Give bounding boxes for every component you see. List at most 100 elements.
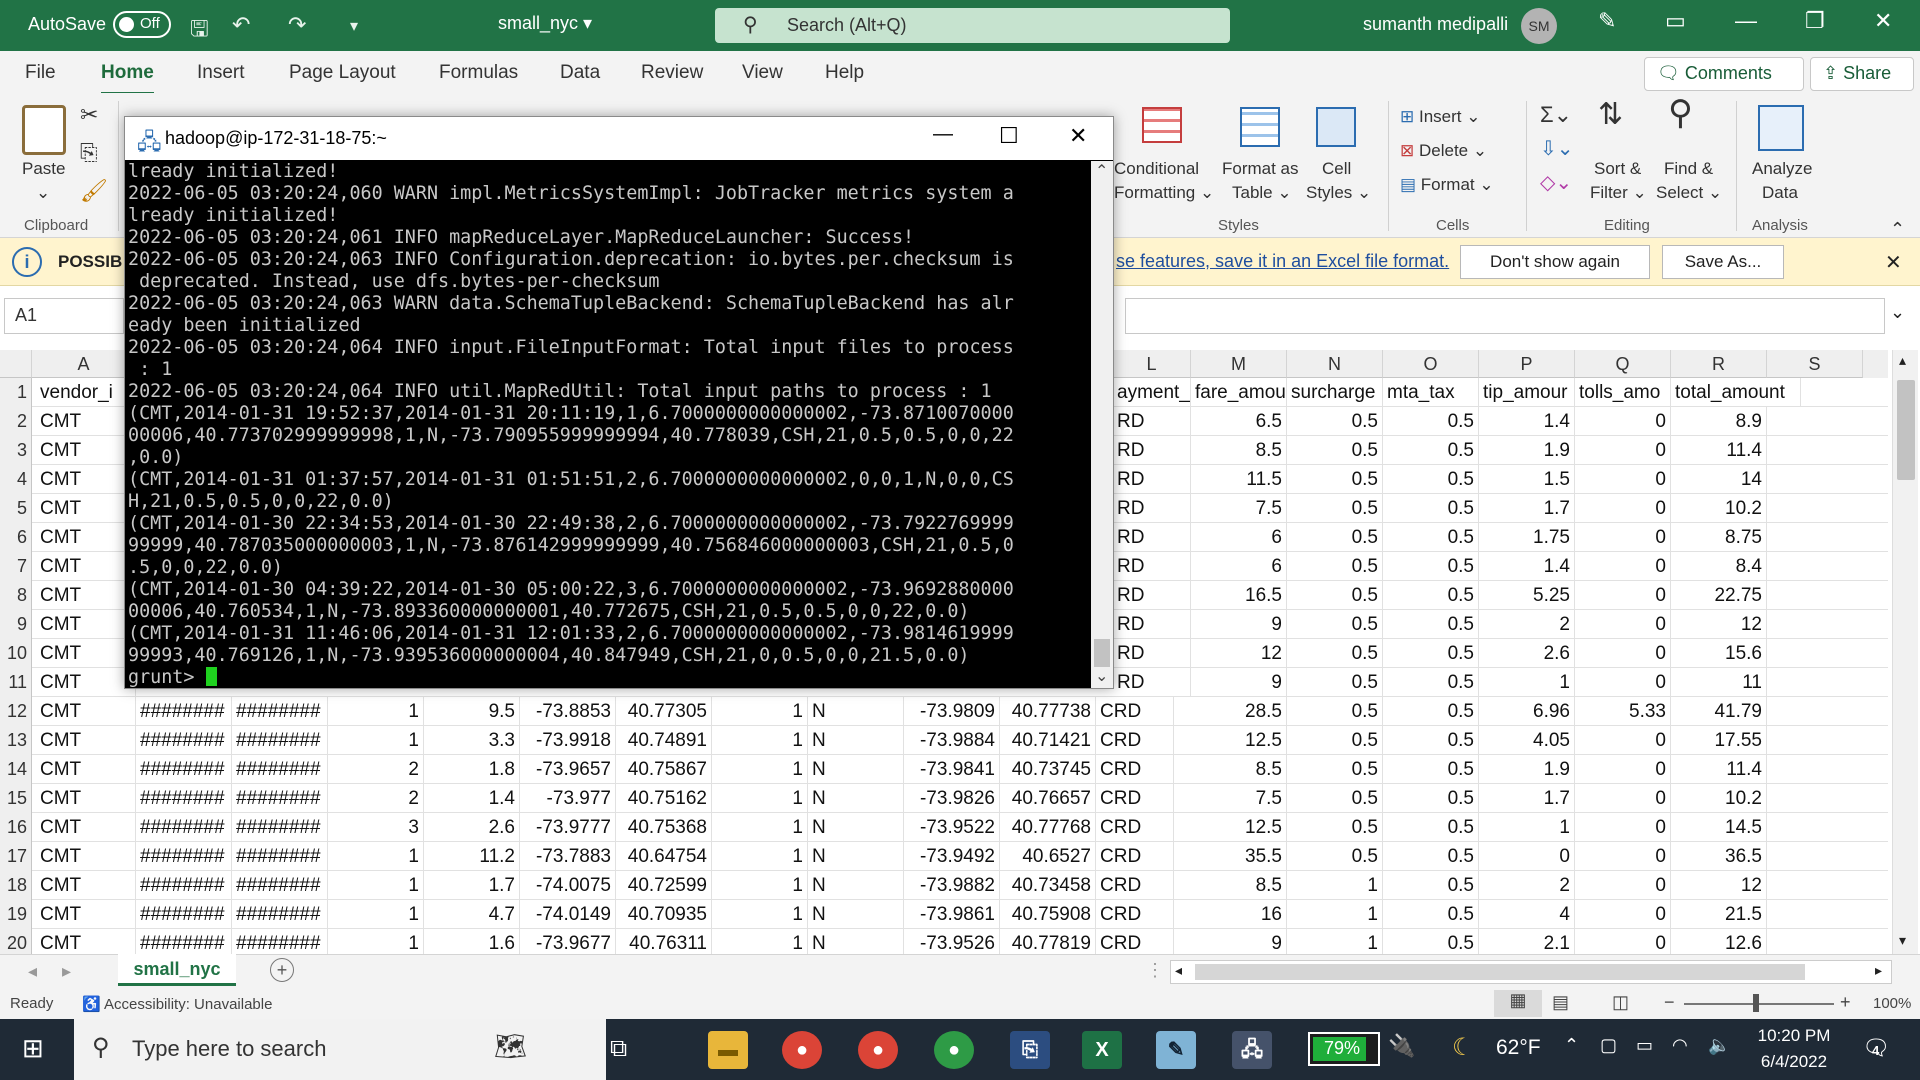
cell[interactable]: 9.5 xyxy=(424,697,520,726)
cell[interactable]: ######## xyxy=(232,900,328,929)
cell[interactable]: 0.5 xyxy=(1287,842,1383,871)
workbook-name[interactable]: small_nyc ▾ xyxy=(498,13,592,34)
cell[interactable]: 28.5 xyxy=(1191,697,1287,726)
cell[interactable]: 1 xyxy=(1479,668,1575,697)
cell[interactable]: 0.5 xyxy=(1287,784,1383,813)
select-all-corner[interactable] xyxy=(0,350,32,378)
cell[interactable]: 0.5 xyxy=(1383,900,1479,929)
cell[interactable]: 5.33 xyxy=(1575,697,1671,726)
cell[interactable]: N xyxy=(808,784,904,813)
restore-icon[interactable]: ❐ xyxy=(1805,8,1825,34)
zoom-slider[interactable] xyxy=(1684,1003,1834,1005)
cell[interactable]: 1 xyxy=(1479,813,1575,842)
cell[interactable]: 0 xyxy=(1575,639,1671,668)
analyze-data-icon[interactable] xyxy=(1758,105,1804,151)
cell[interactable]: 14.5 xyxy=(1671,813,1767,842)
row-header[interactable]: 12 xyxy=(0,697,32,726)
cell[interactable]: 11.5 xyxy=(1191,465,1287,494)
cell[interactable]: 0 xyxy=(1575,552,1671,581)
cell[interactable]: CMT xyxy=(36,465,136,494)
cell[interactable]: RD xyxy=(1113,639,1191,668)
format-as-table-line2[interactable]: Table ⌄ xyxy=(1232,181,1292,205)
tab-file[interactable]: File xyxy=(25,62,56,84)
cell[interactable]: -73.9841 xyxy=(904,755,1000,784)
cell[interactable]: CRD xyxy=(1096,726,1174,755)
insert-cells-button[interactable]: ⊞ Insert ⌄ xyxy=(1400,105,1480,129)
undo-icon[interactable]: ↶ xyxy=(232,12,250,38)
cell[interactable]: 14 xyxy=(1671,465,1767,494)
cell[interactable]: N xyxy=(808,697,904,726)
cell[interactable]: 10.2 xyxy=(1671,494,1767,523)
cell[interactable]: CMT xyxy=(36,755,136,784)
battery-meter[interactable]: 79% xyxy=(1308,1032,1380,1066)
cell[interactable]: 0 xyxy=(1575,610,1671,639)
cell[interactable]: RD xyxy=(1113,436,1191,465)
cell[interactable]: RD xyxy=(1113,494,1191,523)
cell[interactable]: 7.5 xyxy=(1191,784,1287,813)
cell[interactable]: 17.55 xyxy=(1671,726,1767,755)
row-header[interactable]: 6 xyxy=(0,523,32,552)
tab-review[interactable]: Review xyxy=(641,62,703,84)
cell[interactable]: -73.9492 xyxy=(904,842,1000,871)
tab-insert[interactable]: Insert xyxy=(197,62,245,84)
cell[interactable]: 11.2 xyxy=(424,842,520,871)
windows-start-icon[interactable]: ⊞ xyxy=(22,1033,44,1064)
fill-icon[interactable]: ⇩⌄ xyxy=(1540,137,1574,161)
cell[interactable]: ######## xyxy=(136,726,232,755)
cell[interactable]: 0.5 xyxy=(1383,523,1479,552)
cell[interactable]: CMT xyxy=(36,784,136,813)
terminal-scrollbar[interactable]: ⌃ ⌄ xyxy=(1091,161,1113,688)
cell[interactable]: CRD xyxy=(1096,697,1174,726)
comments-button[interactable]: 🗨 Comments xyxy=(1644,57,1804,91)
cell[interactable]: CMT xyxy=(36,407,136,436)
cell[interactable]: 12.5 xyxy=(1191,726,1287,755)
notepad-icon[interactable]: ✎ xyxy=(1156,1031,1196,1069)
cell[interactable]: CRD xyxy=(1096,842,1174,871)
info-bar-link[interactable]: se features, save it in an Excel file fo… xyxy=(1116,251,1449,272)
cell[interactable]: CRD xyxy=(1096,929,1174,954)
cell[interactable]: ######## xyxy=(136,813,232,842)
cell[interactable]: -73.977 xyxy=(520,784,616,813)
cell[interactable]: 3.3 xyxy=(424,726,520,755)
cell[interactable]: mta_tax xyxy=(1383,378,1479,407)
cell[interactable]: RD xyxy=(1113,407,1191,436)
sort-filter-icon[interactable]: ⇅ xyxy=(1598,100,1623,130)
weather-moon-icon[interactable]: ☾ xyxy=(1452,1033,1474,1062)
cell[interactable]: -73.9777 xyxy=(520,813,616,842)
cell[interactable]: 0.5 xyxy=(1383,552,1479,581)
chrome-profile-icon[interactable]: ● xyxy=(858,1031,898,1069)
cell[interactable]: ######## xyxy=(232,755,328,784)
conditional-formatting-line1[interactable]: Conditional xyxy=(1114,157,1199,181)
cell[interactable]: 12.5 xyxy=(1191,813,1287,842)
cell[interactable]: CMT xyxy=(36,494,136,523)
row-header[interactable]: 7 xyxy=(0,552,32,581)
zoom-in-icon[interactable]: + xyxy=(1840,992,1851,1013)
taskbar-search[interactable]: ⚲ Type here to search 🗺 xyxy=(74,1019,606,1080)
cell[interactable]: 0.5 xyxy=(1287,465,1383,494)
cell[interactable]: 1.4 xyxy=(1479,552,1575,581)
row-header[interactable]: 10 xyxy=(0,639,32,668)
cell[interactable]: -73.9526 xyxy=(904,929,1000,954)
cell[interactable]: 0.5 xyxy=(1287,668,1383,697)
cell[interactable]: 36.5 xyxy=(1671,842,1767,871)
scroll-up-icon[interactable]: ⌃ xyxy=(1095,161,1108,181)
cell[interactable]: 0.5 xyxy=(1383,755,1479,784)
row-header[interactable]: 1 xyxy=(0,378,32,407)
cell[interactable]: 1 xyxy=(328,726,424,755)
cell[interactable]: 2 xyxy=(1479,610,1575,639)
cell[interactable]: N xyxy=(808,842,904,871)
cell[interactable]: 0 xyxy=(1479,842,1575,871)
cell[interactable]: 8.5 xyxy=(1191,436,1287,465)
cell[interactable]: 0 xyxy=(1575,900,1671,929)
cell[interactable]: CMT xyxy=(36,639,136,668)
cell[interactable]: CMT xyxy=(36,842,136,871)
customize-toolbar-icon[interactable]: ▾ xyxy=(350,16,358,36)
row-header[interactable]: 4 xyxy=(0,465,32,494)
cell[interactable]: 0 xyxy=(1575,929,1671,954)
clock-date[interactable]: 6/4/2022 xyxy=(1748,1052,1840,1072)
chrome-icon[interactable]: ● xyxy=(782,1031,822,1069)
delete-cells-button[interactable]: ⊠ Delete ⌄ xyxy=(1400,139,1487,163)
cell[interactable]: 0 xyxy=(1575,494,1671,523)
save-icon[interactable]: 🖫 xyxy=(190,12,209,50)
cell[interactable]: 2 xyxy=(328,784,424,813)
